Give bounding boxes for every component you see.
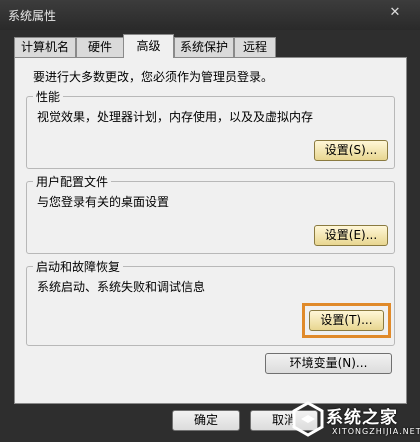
startup-recovery-settings-button[interactable]: 设置(T)... [309, 310, 384, 331]
ok-button[interactable]: 确定 [172, 410, 240, 431]
watermark-text: 系统之家 [326, 408, 398, 428]
tab-advanced[interactable]: 高级 [123, 34, 174, 58]
tab-remote[interactable]: 远程 [234, 37, 276, 57]
environment-variables-button[interactable]: 环境变量(N)... [265, 353, 392, 374]
user-profiles-group: 用户配置文件 与您登录有关的桌面设置 设置(E)... [26, 173, 395, 254]
performance-description: 视觉效果，处理器计划，内存使用，以及及虚拟内存 [37, 110, 314, 124]
startup-recovery-description: 系统启动、系统失败和调试信息 [37, 280, 206, 294]
watermark-url: XITONGZHIJIA.NET [332, 427, 420, 436]
tab-computer-name[interactable]: 计算机名 [14, 37, 76, 57]
watermark: 系统之家 XITONGZHIJIA.NET [286, 397, 420, 442]
performance-settings-button[interactable]: 设置(S)... [314, 140, 388, 161]
window-title: 系统属性 [8, 9, 57, 23]
tab-system-protection[interactable]: 系统保护 [174, 37, 234, 57]
user-profiles-settings-button[interactable]: 设置(E)... [314, 225, 388, 246]
user-profiles-group-title: 用户配置文件 [33, 173, 112, 190]
performance-group-title: 性能 [33, 88, 64, 105]
user-profiles-description: 与您登录有关的桌面设置 [37, 195, 170, 209]
advanced-panel: 要进行大多数更改，您必须作为管理员登录。 性能 视觉效果，处理器计划，内存使用，… [14, 57, 407, 404]
startup-recovery-group: 启动和故障恢复 系统启动、系统失败和调试信息 设置(T)... [26, 258, 395, 346]
admin-notice: 要进行大多数更改，您必须作为管理员登录。 [33, 70, 274, 84]
startup-recovery-group-title: 启动和故障恢复 [33, 258, 124, 275]
tab-hardware[interactable]: 硬件 [76, 37, 124, 57]
watermark-logo-icon [292, 401, 324, 437]
close-icon[interactable]: ✕ [384, 3, 406, 23]
performance-group: 性能 视觉效果，处理器计划，内存使用，以及及虚拟内存 设置(S)... [26, 88, 395, 169]
title-bar: 系统属性 ✕ [0, 0, 420, 30]
